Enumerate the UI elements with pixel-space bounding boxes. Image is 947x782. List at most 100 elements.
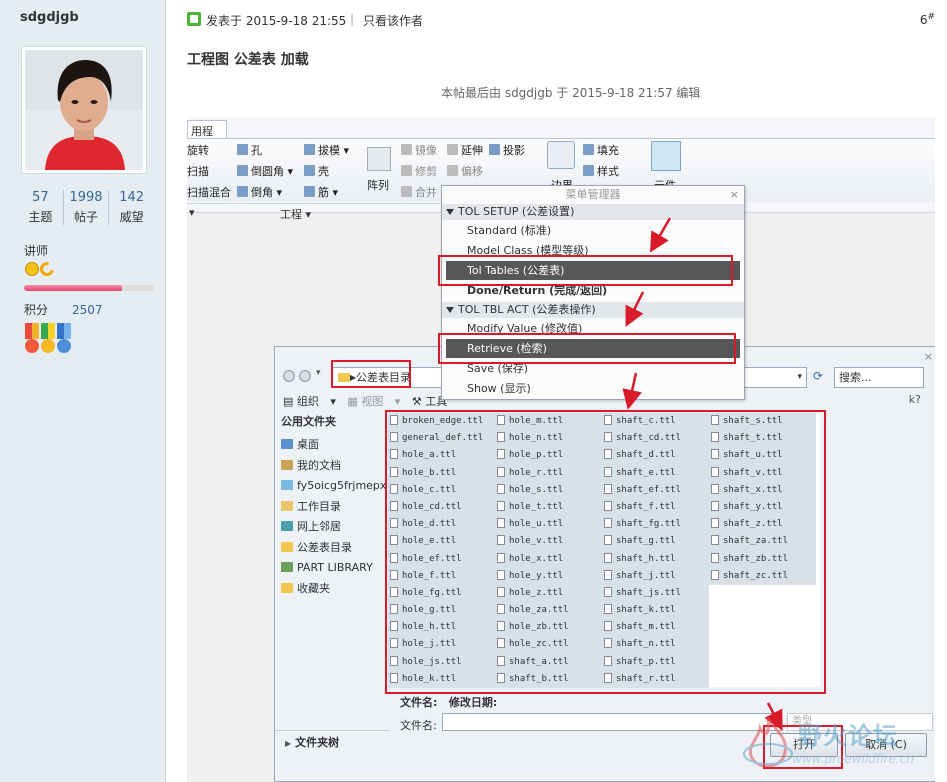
stat-posts[interactable]: 1998 帖子: [64, 190, 110, 225]
folder-icon: [281, 521, 293, 531]
folder-item-label: 工作目录: [297, 499, 341, 513]
dialog-close-icon[interactable]: ×: [924, 350, 933, 363]
folder-item[interactable]: fy5oicg5frjmepx: [281, 476, 385, 497]
fill-icon: [583, 144, 594, 155]
watermark-text: 野火论坛: [798, 722, 898, 750]
folder-item[interactable]: 工作目录: [281, 497, 385, 518]
forward-icon[interactable]: [299, 370, 311, 382]
watermark-url: www.proewildfire.cn: [792, 752, 914, 766]
screenshot-bottom-edge: [187, 772, 935, 782]
folder-item[interactable]: 公差表目录: [281, 538, 385, 559]
chamfer-icon: [237, 186, 248, 197]
stat-threads[interactable]: 57 主题: [18, 190, 64, 225]
author-points: 积分 2507: [24, 303, 103, 317]
folder-item-label: PART LIBRARY: [297, 561, 373, 574]
project-icon: [489, 144, 500, 155]
avatar[interactable]: [21, 46, 147, 174]
folder-icon: [281, 562, 293, 572]
menu-item[interactable]: Show (显示): [446, 379, 740, 398]
author-name[interactable]: sdgdjgb: [20, 10, 79, 25]
points-value: 2507: [72, 303, 103, 317]
folder-item-label: 收藏夹: [297, 581, 330, 595]
hole-icon: [237, 144, 248, 155]
folder-item[interactable]: 收藏夹: [281, 579, 385, 600]
folder-item[interactable]: 桌面: [281, 435, 385, 456]
flame-logo-icon: [743, 717, 793, 768]
ribbon-merge[interactable]: 合并: [401, 184, 437, 200]
ribbon-extend[interactable]: 延伸: [447, 142, 483, 158]
menu-manager: 菜单管理器 × TOL SETUP (公差设置) Standard (标准) Mo…: [441, 185, 745, 400]
views-menu[interactable]: ▦ 视图 ▾: [347, 395, 400, 408]
highlight-file-list: [385, 410, 826, 694]
floor-number[interactable]: 6#: [920, 12, 935, 27]
menu-section-tol-tbl-act[interactable]: TOL TBL ACT (公差表操作): [442, 302, 744, 318]
stat-prestige[interactable]: 142 威望: [109, 190, 154, 225]
extend-icon: [447, 144, 458, 155]
ribbon-tab-applications[interactable]: 用程序: [187, 120, 227, 154]
rank-progress-bar: [24, 285, 154, 291]
moon-icon: [37, 259, 57, 279]
rank-icons: [25, 259, 57, 279]
highlight-tol-tables: [438, 255, 733, 286]
file-name-label: 文件名:: [400, 719, 437, 732]
ribbon-trim[interactable]: 修剪: [401, 163, 437, 179]
ribbon-offset[interactable]: 偏移: [447, 163, 483, 179]
medals: [25, 323, 71, 357]
ribbon-revolve[interactable]: 旋转: [187, 142, 209, 158]
ribbon-draft[interactable]: 拔模 ▾: [304, 142, 349, 158]
highlight-path: [331, 360, 411, 388]
only-author-link[interactable]: 只看该作者: [363, 12, 423, 29]
folder-item[interactable]: 网上邻居: [281, 517, 385, 538]
back-icon[interactable]: [283, 370, 295, 382]
medal-icon[interactable]: [25, 323, 39, 357]
menu-item[interactable]: Standard (标准): [446, 221, 740, 240]
menu-manager-title: 菜单管理器: [565, 188, 621, 201]
ribbon-group-bar: [187, 203, 447, 215]
ribbon-mirror[interactable]: 镜像: [401, 142, 437, 158]
ribbon-project[interactable]: 投影: [489, 142, 525, 158]
post-title: 工程图 公差表 加载: [187, 52, 309, 68]
ribbon-rib[interactable]: 筋 ▾: [304, 184, 338, 200]
organize-menu[interactable]: ▤ 组织 ▾: [283, 395, 336, 408]
merge-icon: [401, 186, 412, 197]
ribbon-fill[interactable]: 填充: [583, 142, 619, 158]
medal-icon[interactable]: [41, 323, 55, 357]
ribbon-style[interactable]: 样式: [583, 163, 619, 179]
folder-item[interactable]: 我的文档: [281, 456, 385, 477]
common-folders-title: 公用文件夹: [281, 415, 336, 428]
folder-item[interactable]: PART LIBRARY: [281, 558, 385, 579]
ribbon-chamfer[interactable]: 倒角 ▾: [237, 184, 282, 200]
ribbon-hole[interactable]: 孔: [237, 142, 262, 158]
ribbon-round[interactable]: 倒圆角 ▾: [237, 163, 293, 179]
pattern-icon: [367, 147, 391, 171]
search-input[interactable]: 搜索...: [834, 367, 924, 388]
folder-icon: [281, 500, 293, 511]
folder-tree-toggle[interactable]: 文件夹树: [275, 730, 389, 754]
medal-icon[interactable]: [57, 323, 71, 357]
shell-icon: [304, 165, 315, 176]
folder-item-label: 我的文档: [297, 458, 341, 472]
rib-icon: [304, 186, 315, 197]
folder-item-label: 公差表目录: [297, 540, 352, 554]
ribbon-swept-blend[interactable]: 扫描混合: [187, 184, 231, 200]
file-name-input[interactable]: [442, 713, 782, 731]
rank-progress-fill: [24, 285, 122, 291]
author-sidebar: sdgdjgb 57 主题 1998 帖子 142 威望 讲师 积分 2507: [0, 0, 166, 782]
path-dropdown-icon[interactable]: ▾: [797, 368, 802, 387]
ribbon-shell[interactable]: 壳: [304, 163, 329, 179]
author-stats: 57 主题 1998 帖子 142 威望: [18, 190, 154, 225]
folder-item-label: 桌面: [297, 438, 319, 451]
ribbon-sweep[interactable]: 扫描: [187, 163, 209, 179]
menu-close-icon[interactable]: ×: [730, 188, 739, 201]
highlight-retrieve: [438, 333, 736, 364]
folder-icon: [281, 541, 293, 552]
menu-section-tol-setup[interactable]: TOL SETUP (公差设置): [442, 204, 744, 220]
history-chevron-icon[interactable]: ▾: [316, 368, 321, 378]
ribbon-pattern[interactable]: 阵列: [367, 177, 389, 193]
component-icon: [651, 141, 681, 171]
help-icon[interactable]: k?: [909, 393, 921, 406]
refresh-icon[interactable]: ⟳: [813, 369, 823, 383]
common-folders-list: 桌面我的文档 fy5oicg5frjmepx 工作目录网上邻居公差表目录 PART L…: [281, 435, 385, 599]
draft-icon: [304, 144, 315, 155]
divider: |: [350, 12, 355, 26]
